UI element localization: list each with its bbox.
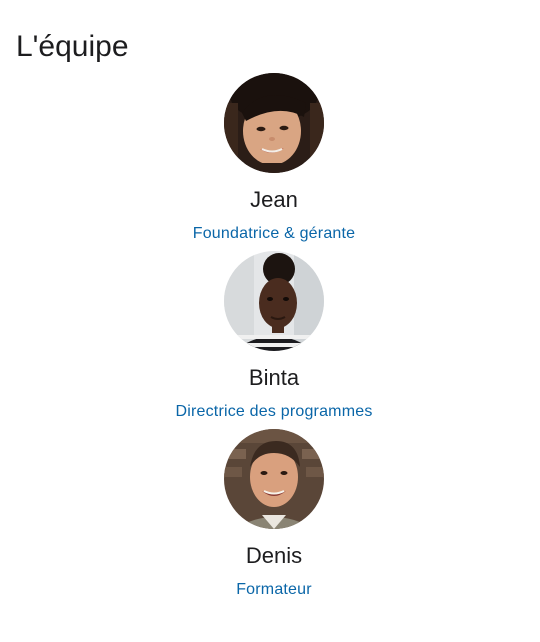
member-name: Denis bbox=[245, 543, 303, 568]
team-member-jean: Jean Foundatrice & gérante bbox=[0, 73, 540, 251]
team-member-denis: Denis Formateur bbox=[0, 429, 540, 607]
member-role-link[interactable]: Directrice des programmes bbox=[0, 402, 540, 422]
member-name: Jean bbox=[250, 187, 298, 212]
team-list: Jean Foundatrice & gérante Binta Directr… bbox=[0, 73, 540, 607]
page-title: L'équipe bbox=[16, 30, 129, 63]
member-role-link[interactable]: Formateur bbox=[0, 580, 540, 600]
avatar-photo-jean bbox=[224, 73, 324, 173]
avatar-photo-denis bbox=[224, 429, 324, 529]
member-name: Binta bbox=[248, 365, 300, 390]
avatar-jean bbox=[224, 73, 324, 173]
member-role-link[interactable]: Foundatrice & gérante bbox=[0, 224, 540, 244]
avatar-binta bbox=[224, 251, 324, 351]
team-member-binta: Binta Directrice des programmes bbox=[0, 251, 540, 429]
avatar-denis bbox=[224, 429, 324, 529]
avatar-photo-binta bbox=[224, 251, 324, 351]
